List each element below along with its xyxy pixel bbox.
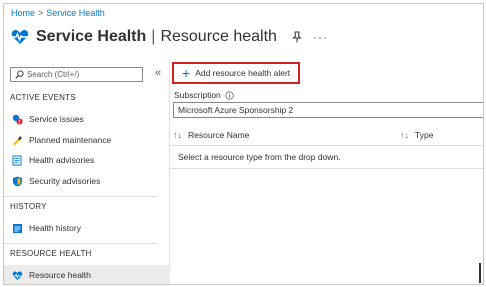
page-header: Service Health | Resource health ··· xyxy=(10,23,328,51)
breadcrumb-separator: > xyxy=(38,8,44,18)
resource-health-heart-icon xyxy=(12,270,23,281)
portal-window: Home > Service Health Service Health | R… xyxy=(3,3,484,285)
pin-icon[interactable] xyxy=(291,31,303,43)
sidebar-item-resource-health[interactable]: Resource health xyxy=(4,265,170,284)
empty-table-message: Select a resource type from the drop dow… xyxy=(178,152,341,162)
sidebar-item-security-advisories[interactable]: Security advisories xyxy=(4,171,170,191)
sidebar-item-health-history[interactable]: Health history xyxy=(4,218,170,238)
health-advisories-icon xyxy=(12,155,23,166)
plus-icon: + xyxy=(182,65,191,81)
search-box[interactable] xyxy=(10,67,143,82)
service-health-heart-icon xyxy=(11,30,29,44)
info-icon[interactable] xyxy=(225,90,234,100)
column-resource-name[interactable]: ↑↓ Resource Name xyxy=(173,130,249,140)
sort-icon: ↑↓ xyxy=(173,130,182,140)
collapse-sidebar-icon[interactable]: « xyxy=(155,67,161,79)
breadcrumb-service-health[interactable]: Service Health xyxy=(46,8,105,18)
section-resource-health: RESOURCE HEALTH xyxy=(10,249,92,258)
table-row-divider xyxy=(170,168,483,169)
subscription-label-text: Subscription xyxy=(174,90,221,100)
sort-icon: ↑↓ xyxy=(400,130,409,140)
sidebar-item-label: Security advisories xyxy=(29,176,101,186)
subscription-label: Subscription xyxy=(174,90,234,100)
page-title: Service Health xyxy=(36,28,147,45)
title-separator: | xyxy=(151,28,156,45)
breadcrumb: Home > Service Health xyxy=(11,8,105,18)
service-issues-icon xyxy=(12,114,23,125)
sidebar-item-health-advisories[interactable]: Health advisories xyxy=(4,150,170,170)
sidebar-item-label: Health advisories xyxy=(29,155,95,165)
sidebar-divider xyxy=(4,243,157,244)
sidebar-item-label: Service issues xyxy=(29,114,84,124)
page-subtitle: Resource health xyxy=(160,28,277,45)
search-icon xyxy=(15,70,24,79)
sidebar-item-label: Resource health xyxy=(29,270,91,280)
sidebar-item-label: Planned maintenance xyxy=(29,135,112,145)
search-input[interactable] xyxy=(27,70,137,79)
sidebar-item-label: Health history xyxy=(29,223,81,233)
table-header: ↑↓ Resource Name ↑↓ Type xyxy=(170,126,483,146)
more-options-icon[interactable]: ··· xyxy=(313,30,328,44)
planned-maintenance-icon xyxy=(12,135,23,146)
column-header-label: Resource Name xyxy=(188,130,250,140)
subscription-dropdown[interactable]: Microsoft Azure Sponsorship 2 xyxy=(173,102,483,118)
section-active-events: ACTIVE EVENTS xyxy=(10,93,76,102)
add-resource-health-alert-button[interactable]: + Add resource health alert xyxy=(172,62,300,84)
sidebar-item-planned-maintenance[interactable]: Planned maintenance xyxy=(4,130,170,150)
sidebar-divider xyxy=(4,196,157,197)
section-history: HISTORY xyxy=(10,202,47,211)
breadcrumb-home[interactable]: Home xyxy=(11,8,35,18)
sidebar: « ACTIVE EVENTS Service issues Plann xyxy=(4,59,170,284)
health-history-icon xyxy=(12,223,23,234)
add-alert-label: Add resource health alert xyxy=(195,68,291,78)
column-header-label: Type xyxy=(415,130,434,140)
scrollbar[interactable] xyxy=(479,263,481,283)
shield-icon xyxy=(12,176,23,187)
sidebar-item-service-issues[interactable]: Service issues xyxy=(4,109,170,129)
column-type[interactable]: ↑↓ Type xyxy=(400,130,433,140)
